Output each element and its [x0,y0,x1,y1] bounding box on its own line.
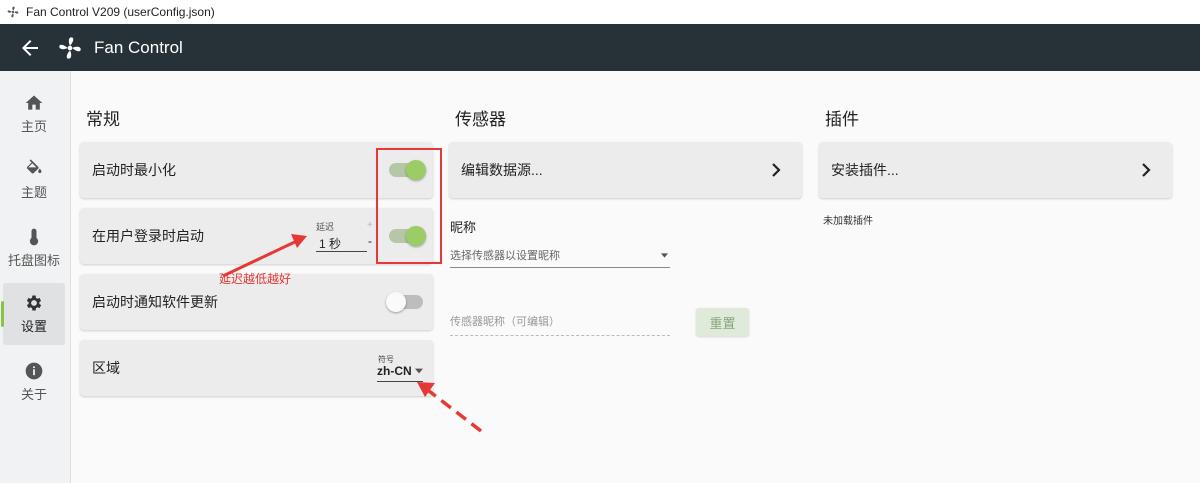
annotation-text: 延迟越低越好 [219,272,292,286]
start-on-login-label: 在用户登录时启动 [92,228,204,244]
sidebar-item-label: 托盘图标 [7,253,60,268]
sensor-select-placeholder: 选择传感器以设置昵称 [450,250,560,262]
sidebar-item-label: 设置 [20,319,47,334]
sensor-select[interactable]: 选择传感器以设置昵称 [450,247,670,268]
fan-icon [7,6,19,18]
sidebar-item-label: 关于 [20,387,47,402]
reset-button-label: 重置 [709,315,736,331]
no-plugins-loaded-text: 未加载插件 [823,216,873,227]
settings-page: 常规 启动时最小化 在用户登录时启动 延迟 + 1 秒 - 启动时通知软件更新 … [71,71,1200,483]
app-title: Fan Control [94,37,183,57]
app-bar: Fan Control [0,24,1200,71]
region-row: 区域 符号 zh-CN [80,340,433,396]
sidebar-item-theme[interactable]: 主题 [3,149,65,211]
paint-bucket-icon [26,159,42,174]
start-minimized-label: 启动时最小化 [92,162,176,178]
back-arrow-icon[interactable] [18,36,42,60]
edit-data-sources-button[interactable]: 编辑数据源... [449,142,802,198]
home-icon [25,95,43,110]
window-title: Fan Control V209 (userConfig.json) [26,5,215,19]
sensor-nickname-input[interactable]: 传感器昵称（可编辑） [450,313,670,336]
install-plugin-label: 安装插件... [831,162,899,178]
plugins-section-title: 插件 [825,110,859,129]
region-value: zh-CN [377,364,412,378]
notify-update-toggle[interactable] [386,292,423,312]
dropdown-arrow-icon [415,368,423,374]
chevron-right-icon [1142,163,1151,177]
window-titlebar: Fan Control V209 (userConfig.json) [0,0,1200,25]
info-icon [25,362,43,380]
edit-data-sources-label: 编辑数据源... [461,162,543,178]
sidebar-item-label: 主页 [20,119,47,134]
sidebar-item-tray-icon[interactable]: 托盘图标 [3,217,65,279]
sidebar-item-about[interactable]: 关于 [3,351,65,413]
general-section-title: 常规 [86,110,120,129]
annotation-highlight-box [376,148,442,264]
delay-value: 1 秒 [319,237,342,251]
dropdown-arrow-icon [661,253,668,258]
chevron-right-icon [772,163,781,177]
reset-button[interactable]: 重置 [696,308,749,336]
gear-icon [26,295,42,311]
delay-label: 延迟 [316,222,335,232]
sidebar-nav: 主页 主题 托盘图标 设置 关于 [0,71,71,483]
fan-logo-icon [59,36,81,59]
delay-input[interactable]: 1 秒 [316,235,367,252]
install-plugin-button[interactable]: 安装插件... [819,142,1172,198]
sidebar-item-settings[interactable]: 设置 [1,283,65,345]
sensor-nickname-placeholder: 传感器昵称（可编辑） [450,316,560,328]
annotation-dashed-arrow-icon [417,382,483,433]
region-label: 区域 [92,360,120,376]
thermometer-icon [29,228,39,246]
nickname-section-title: 昵称 [450,220,477,235]
notify-update-label: 启动时通知软件更新 [92,294,218,310]
delay-increment-button[interactable]: + [367,220,373,231]
sidebar-item-label: 主题 [20,185,47,200]
delay-decrement-button[interactable]: - [368,234,372,248]
sensors-section-title: 传感器 [455,110,506,129]
sidebar-item-home[interactable]: 主页 [3,83,65,145]
